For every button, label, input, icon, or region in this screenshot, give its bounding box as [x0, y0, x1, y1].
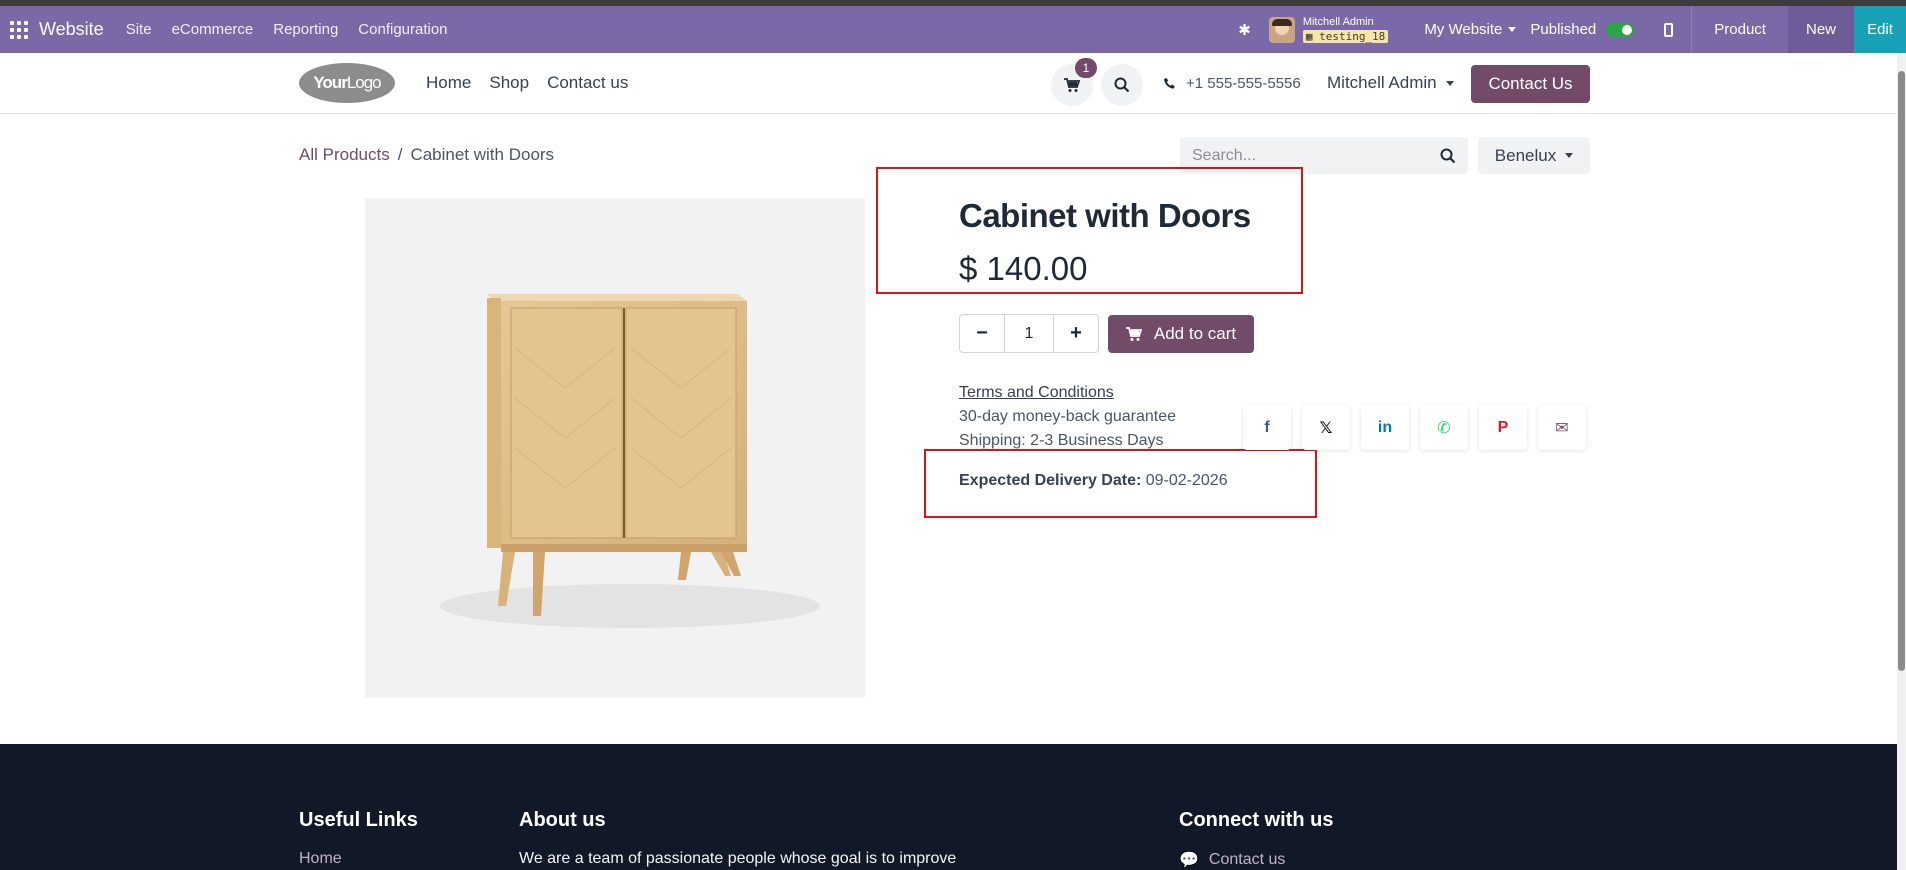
chevron-down-icon	[1565, 153, 1574, 158]
increase-quantity-button[interactable]: +	[1053, 314, 1099, 353]
share-facebook[interactable]: f	[1243, 405, 1291, 450]
phone-icon	[1164, 77, 1175, 89]
linkedin-icon: in	[1377, 418, 1393, 436]
chevron-down-icon	[1445, 80, 1454, 86]
pricelist-dropdown[interactable]: Benelux	[1478, 137, 1590, 174]
footer-contact-link[interactable]: 💬 Contact us	[1179, 850, 1285, 870]
cabinet-illustration	[440, 294, 820, 628]
admin-user-name: Mitchell Admin	[1302, 15, 1374, 28]
add-to-cart-button[interactable]: Add to cart	[1108, 315, 1254, 353]
cart-icon	[1125, 326, 1142, 341]
page-scrollbar[interactable]	[1897, 53, 1906, 870]
annotation-highlight-box	[924, 449, 1317, 518]
share-linkedin[interactable]: in	[1361, 405, 1409, 450]
header-user-menu[interactable]: Mitchell Admin	[1327, 73, 1454, 93]
edit-button[interactable]: Edit	[1854, 6, 1906, 53]
footer-link-home[interactable]: Home	[299, 850, 342, 868]
breadcrumb-separator: /	[397, 145, 403, 164]
menu-reporting[interactable]: Reporting	[263, 21, 348, 38]
footer-useful-links-title: Useful Links	[299, 809, 418, 831]
app-name[interactable]: Website	[39, 19, 104, 40]
menu-ecommerce[interactable]: eCommerce	[162, 21, 264, 38]
quantity-input[interactable]	[1005, 314, 1053, 353]
user-menu[interactable]: Mitchell Admin ▦ testing_18	[1302, 15, 1389, 43]
search-submit-button[interactable]	[1428, 148, 1468, 164]
comment-icon: 💬	[1179, 852, 1199, 869]
mobile-preview-icon[interactable]	[1664, 22, 1674, 37]
admin-navbar: Website Site eCommerce Reporting Configu…	[0, 6, 1906, 53]
site-footer: Useful Links Home About us We are a team…	[0, 744, 1897, 870]
cart-button[interactable]: 1	[1051, 58, 1097, 106]
phone-number: +1 555-555-5556	[1186, 75, 1301, 92]
annotation-highlight-box	[876, 167, 1303, 294]
phone-contact[interactable]: +1 555-555-5556	[1163, 75, 1301, 92]
debug-bug-icon[interactable]: ✱	[1238, 21, 1251, 39]
main-nav: Home Shop Contact us	[426, 73, 628, 93]
pinterest-icon: P	[1497, 418, 1509, 436]
cart-count-badge: 1	[1075, 58, 1097, 78]
database-badge: ▦ testing_18	[1302, 29, 1389, 43]
footer-about-title: About us	[519, 809, 606, 831]
publish-toggle[interactable]: Published	[1530, 21, 1650, 38]
toggle-switch[interactable]	[1606, 22, 1635, 37]
scrollbar-thumb[interactable]	[1898, 71, 1905, 671]
facebook-icon: f	[1264, 418, 1270, 436]
share-email[interactable]: ✉	[1538, 405, 1586, 450]
guarantee-text: 30-day money-back guarantee	[959, 408, 1177, 425]
nav-home[interactable]: Home	[426, 73, 471, 93]
apps-menu-icon[interactable]	[10, 20, 28, 39]
breadcrumb-current: Cabinet with Doors	[410, 145, 555, 164]
contact-us-button[interactable]: Contact Us	[1471, 65, 1590, 103]
footer-about-text: We are a team of passionate people whose…	[519, 850, 957, 867]
share-whatsapp[interactable]: ✆	[1420, 405, 1468, 450]
nav-contact-us[interactable]: Contact us	[547, 73, 628, 93]
nav-shop[interactable]: Shop	[489, 73, 529, 93]
site-header: Your Logo Home Shop Contact us 1 +1 555-5…	[0, 53, 1897, 114]
quantity-stepper: − +	[959, 314, 1099, 353]
whatsapp-icon: ✆	[1437, 419, 1451, 437]
footer-connect-title: Connect with us	[1179, 809, 1334, 831]
share-x[interactable]: 𝕏	[1302, 405, 1350, 450]
email-icon: ✉	[1555, 419, 1569, 437]
new-button[interactable]: New	[1787, 6, 1854, 53]
breadcrumb-all-products[interactable]: All Products	[299, 145, 390, 165]
site-logo[interactable]: Your Logo	[299, 63, 395, 103]
product-button[interactable]: Product	[1692, 6, 1788, 53]
search-icon	[1440, 148, 1456, 163]
decrease-quantity-button[interactable]: −	[959, 314, 1005, 353]
menu-configuration[interactable]: Configuration	[348, 21, 457, 38]
product-image[interactable]	[365, 198, 865, 698]
cart-icon	[1064, 77, 1080, 92]
search-icon	[1114, 77, 1130, 93]
website-switcher[interactable]: My Website	[1410, 21, 1530, 38]
user-avatar[interactable]	[1268, 16, 1295, 43]
menu-site[interactable]: Site	[116, 21, 162, 38]
breadcrumb: All Products / Cabinet with Doors	[299, 145, 554, 165]
share-pinterest[interactable]: P	[1479, 405, 1527, 450]
x-twitter-icon: 𝕏	[1319, 419, 1333, 437]
shipping-text: Shipping: 2-3 Business Days	[959, 432, 1164, 449]
chevron-down-icon	[1508, 27, 1517, 32]
terms-link[interactable]: Terms and Conditions	[959, 384, 1114, 402]
search-button[interactable]	[1101, 64, 1143, 106]
